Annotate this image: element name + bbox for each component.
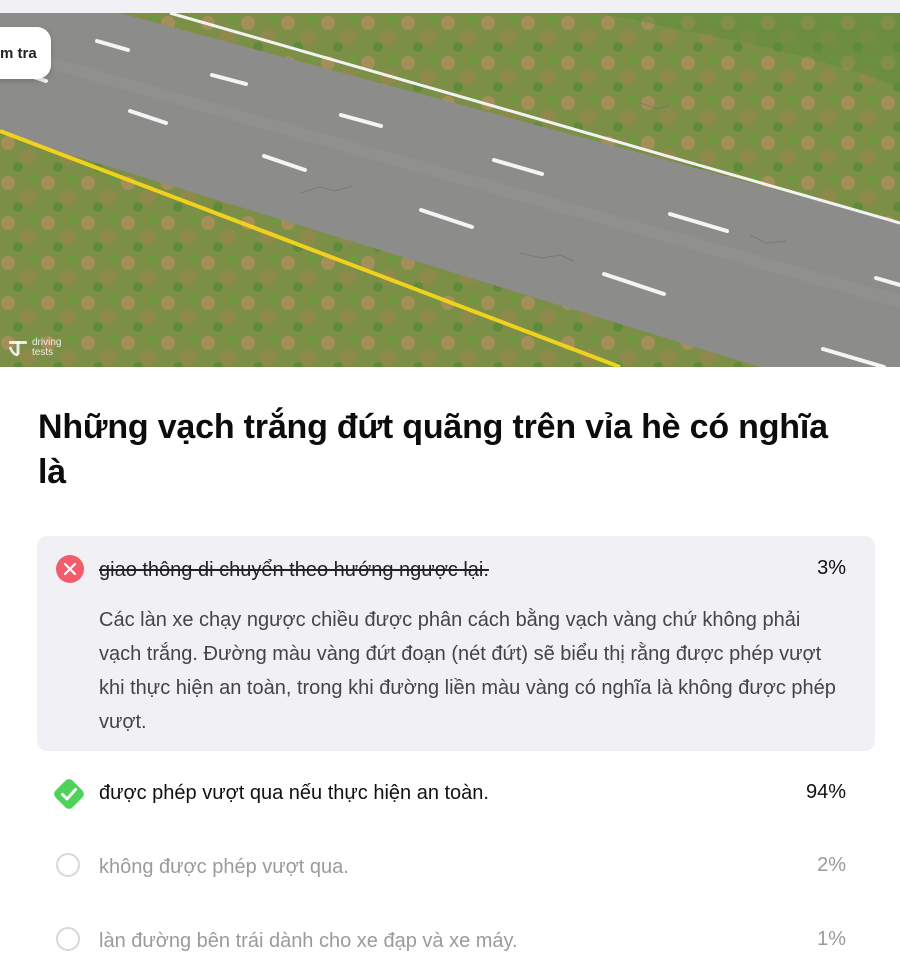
road-illustration bbox=[0, 13, 900, 367]
check-tag[interactable]: m tra bbox=[0, 27, 51, 79]
check-diamond-icon bbox=[54, 779, 84, 809]
answer-percent: 94% bbox=[805, 781, 846, 803]
question-image: m tra driving tests bbox=[0, 13, 900, 367]
check-tag-label: m tra bbox=[0, 44, 37, 62]
driving-tests-logo-icon bbox=[8, 341, 27, 357]
top-strip bbox=[0, 0, 900, 13]
watermark-line-2: tests bbox=[32, 347, 54, 358]
question-title: Những vạch trắng đứt quãng trên vỉa hè c… bbox=[38, 408, 828, 491]
x-circle-icon bbox=[56, 555, 84, 583]
circle-icon bbox=[56, 853, 80, 877]
answer-percent: 2% bbox=[817, 854, 846, 876]
answer-text: không được phép vượt qua. bbox=[99, 856, 349, 878]
answer-percent: 3% bbox=[817, 557, 846, 579]
answer-option-3[interactable]: không được phép vượt qua. 2% bbox=[37, 843, 875, 893]
answer-option-correct[interactable]: được phép vượt qua nếu thực hiện an toàn… bbox=[37, 770, 875, 820]
answer-explanation: Các làn xe chạy ngược chiều được phân cá… bbox=[99, 609, 836, 733]
watermark: driving tests bbox=[8, 338, 61, 358]
answer-text: làn đường bên trái dành cho xe đạp và xe… bbox=[99, 930, 518, 952]
answer-option-incorrect[interactable]: giao thông di chuyển theo hướng ngược lạ… bbox=[37, 536, 875, 751]
answer-text: được phép vượt qua nếu thực hiện an toàn… bbox=[99, 782, 489, 804]
answer-percent: 1% bbox=[817, 928, 846, 950]
answer-option-4[interactable]: làn đường bên trái dành cho xe đạp và xe… bbox=[37, 917, 875, 967]
answer-text: giao thông di chuyển theo hướng ngược lạ… bbox=[99, 559, 489, 581]
circle-icon bbox=[56, 927, 80, 951]
